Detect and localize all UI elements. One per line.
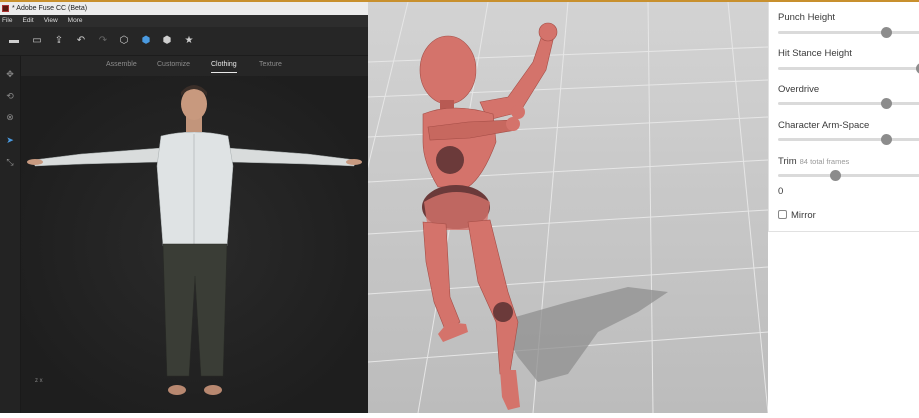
cube-icon[interactable]: ⬡ bbox=[118, 35, 130, 47]
select-icon[interactable]: ➤ bbox=[4, 134, 16, 146]
character-arm-space-slider[interactable] bbox=[778, 134, 919, 145]
tab-assemble[interactable]: Assemble bbox=[106, 61, 137, 68]
fuse-app-icon bbox=[2, 5, 9, 12]
trim-frame-count: 84 total frames bbox=[799, 157, 850, 166]
fuse-left-toolbar: ✥ ⟲ ⊗ ➤ ⤡ bbox=[0, 56, 21, 413]
character-arm-space-label: Character Arm-Space bbox=[778, 120, 870, 131]
hit-stance-height-label: Hit Stance Height bbox=[778, 48, 852, 59]
animation-scene bbox=[368, 2, 768, 413]
undo-icon[interactable]: ↶ bbox=[75, 35, 87, 47]
punch-height-thumb[interactable] bbox=[881, 27, 892, 38]
tab-clothing[interactable]: Clothing bbox=[211, 61, 237, 73]
axis-gizmo: z x bbox=[35, 378, 43, 384]
overdrive-thumb[interactable] bbox=[881, 98, 892, 109]
settings-card: Punch Height Hit Stance Height Overdrive… bbox=[768, 2, 919, 232]
fuse-window: * Adobe Fuse CC (Beta) File Edit View Mo… bbox=[0, 2, 368, 413]
redo-icon[interactable]: ↷ bbox=[97, 35, 109, 47]
fuse-toolbar: ▬ ▭ ⇪ ↶ ↷ ⬡ ⬢ ⬢ ★ bbox=[0, 27, 368, 56]
fuse-window-title: * Adobe Fuse CC (Beta) bbox=[12, 5, 88, 12]
rotate-icon[interactable]: ⟲ bbox=[4, 90, 16, 102]
hit-stance-height-slider[interactable] bbox=[778, 63, 919, 74]
import-icon[interactable]: ▬ bbox=[8, 35, 20, 47]
menu-more[interactable]: More bbox=[68, 15, 83, 27]
menu-file[interactable]: File bbox=[2, 15, 12, 27]
star-icon[interactable]: ★ bbox=[183, 35, 195, 47]
character-arm-space-thumb[interactable] bbox=[881, 134, 892, 145]
trim-start-thumb[interactable] bbox=[830, 170, 841, 181]
tab-texture[interactable]: Texture bbox=[259, 61, 282, 68]
fuse-3d-viewport[interactable]: z x bbox=[21, 76, 368, 413]
trim-title: Trim bbox=[778, 156, 797, 167]
punch-height-label: Punch Height bbox=[778, 12, 836, 23]
trim-range-slider[interactable] bbox=[778, 170, 919, 181]
upload-icon[interactable]: ⇪ bbox=[53, 35, 65, 47]
export-icon[interactable]: ▭ bbox=[31, 35, 43, 47]
animation-preview-viewport[interactable] bbox=[368, 2, 768, 413]
fuse-titlebar: * Adobe Fuse CC (Beta) bbox=[0, 2, 368, 15]
mirror-checkbox[interactable] bbox=[778, 210, 787, 219]
cube-textured-icon[interactable]: ⬢ bbox=[161, 35, 173, 47]
animation-settings-panel: Punch Height Hit Stance Height Overdrive… bbox=[768, 2, 919, 413]
character-model-tpose bbox=[27, 85, 362, 395]
trim-start-value[interactable]: 0 bbox=[778, 186, 783, 197]
fuse-menubar: File Edit View More bbox=[0, 15, 368, 27]
fuse-tabs: Assemble Customize Clothing Texture bbox=[20, 56, 368, 76]
move-icon[interactable]: ✥ bbox=[4, 68, 16, 80]
tab-customize[interactable]: Customize bbox=[157, 61, 190, 68]
trim-label: Trim 84 total frames bbox=[778, 156, 849, 167]
menu-view[interactable]: View bbox=[44, 15, 58, 27]
scale-icon[interactable]: ⤡ bbox=[4, 156, 16, 168]
mirror-label[interactable]: Mirror bbox=[791, 210, 816, 221]
menu-edit[interactable]: Edit bbox=[22, 15, 33, 27]
overdrive-label: Overdrive bbox=[778, 84, 820, 95]
overdrive-slider[interactable] bbox=[778, 98, 919, 109]
orbit-icon[interactable]: ⊗ bbox=[4, 111, 16, 123]
punch-height-slider[interactable] bbox=[778, 27, 919, 38]
cube-solid-icon[interactable]: ⬢ bbox=[140, 35, 152, 47]
